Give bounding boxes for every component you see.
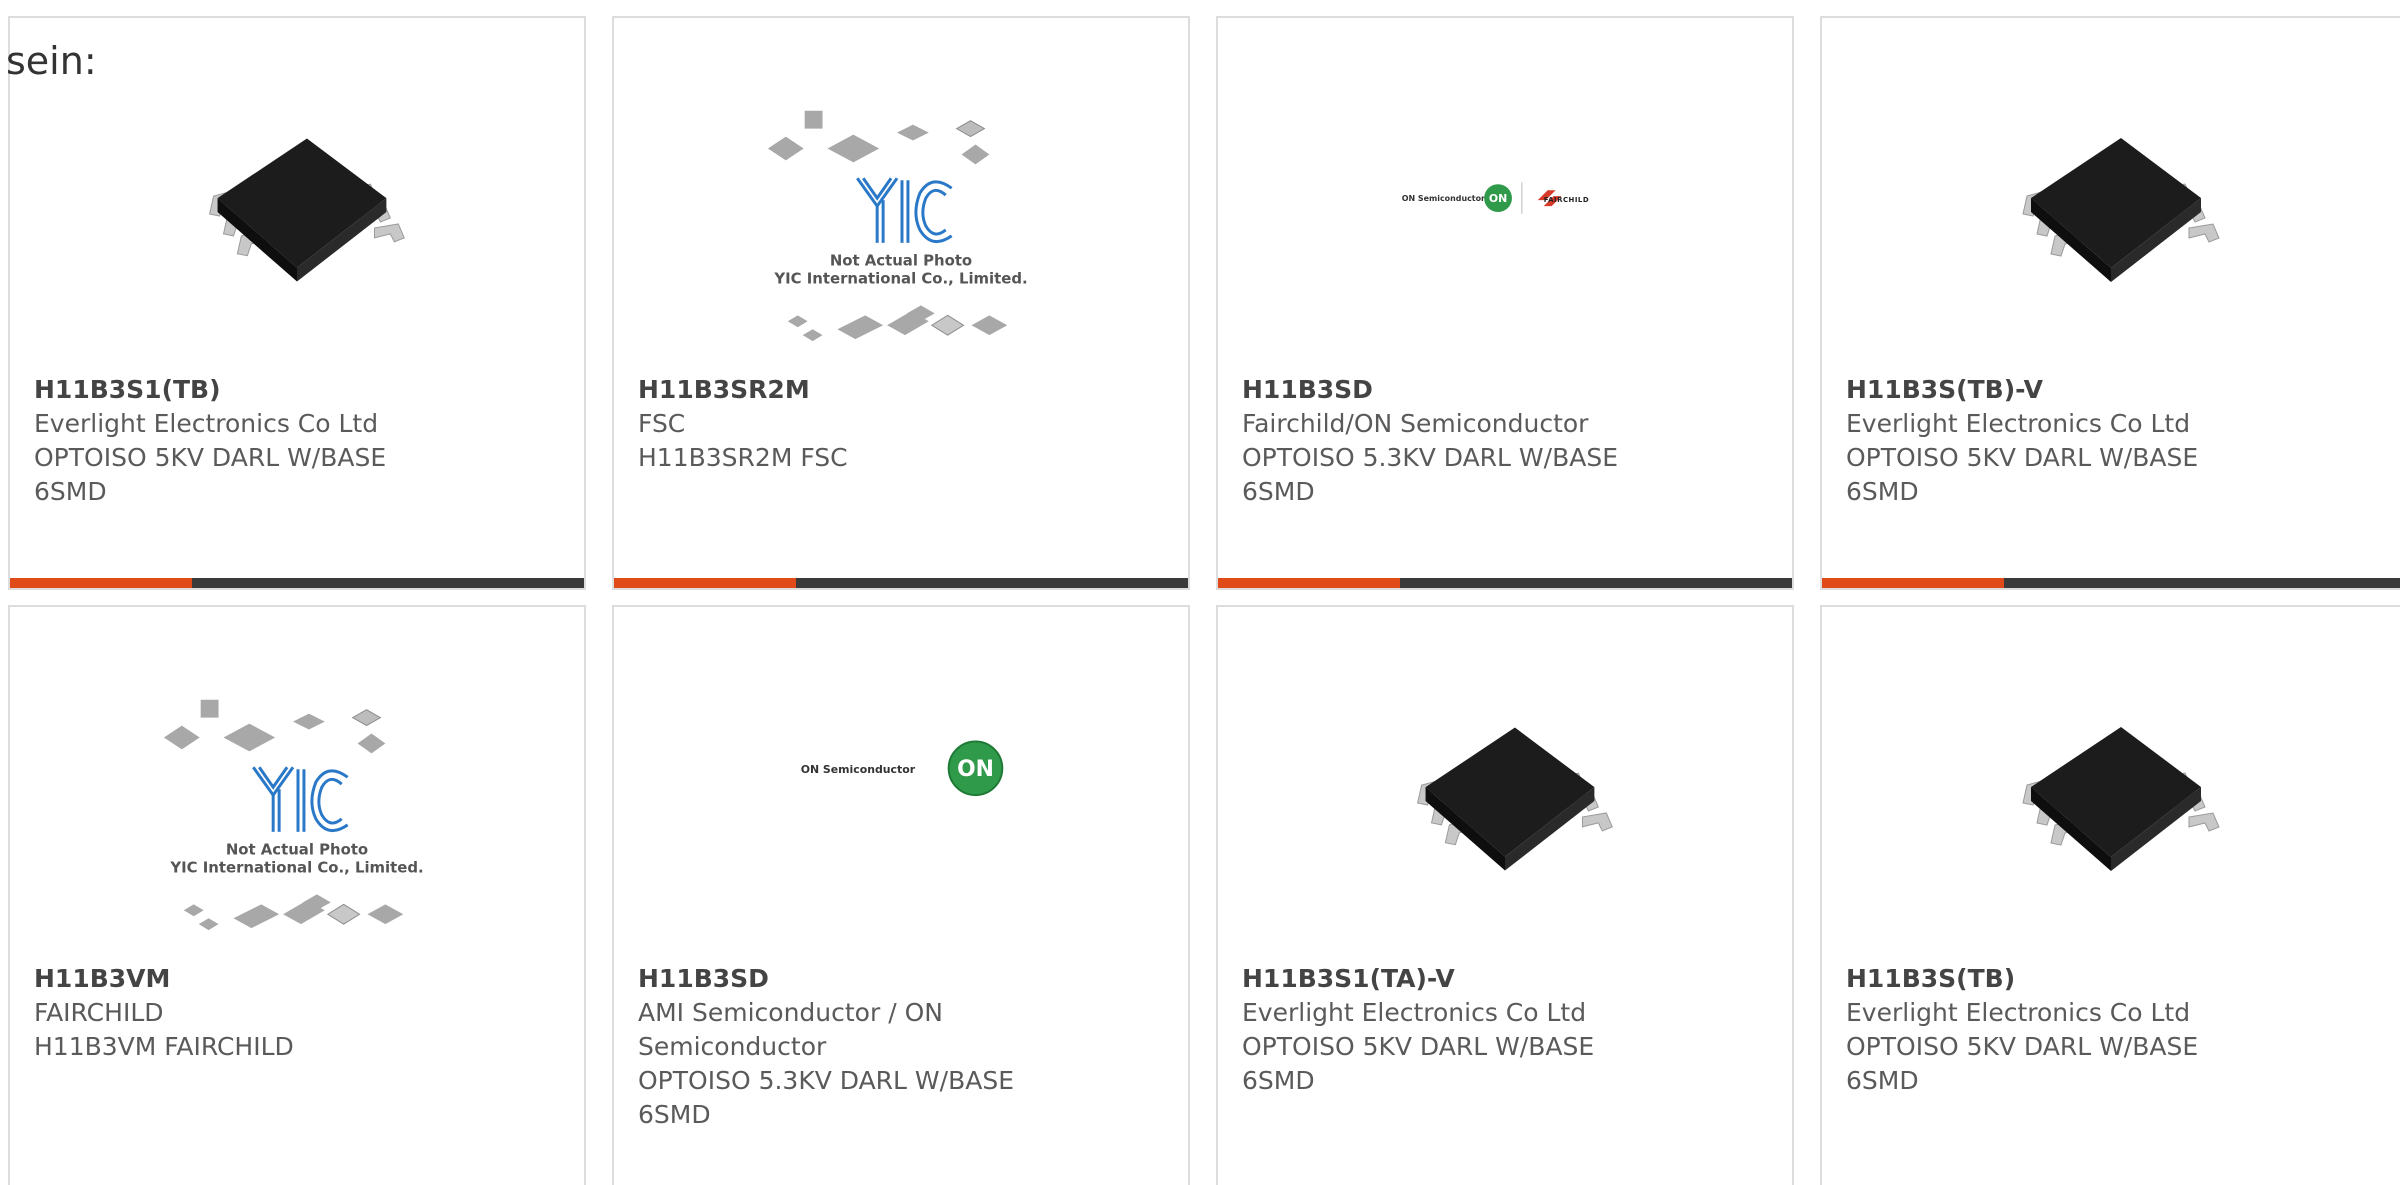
yic-caption-line2: YIC International Co., Limited. [169,859,423,877]
manufacturer: Everlight Electronics Co Ltd [1846,409,2191,438]
manufacturer: Fairchild/ON Semiconductor [1242,409,1589,438]
product-info: H11B3SD AMI Semiconductor / ON Semicondu… [638,962,1058,1132]
onsemi-logo-image: ON Semiconductor ON [801,740,1004,797]
chip-6smd-image [1417,727,1613,871]
description: H11B3SR2M FSC [638,443,848,472]
part-number[interactable]: H11B3VM [34,962,474,996]
description: H11B3VM FAIRCHILD [34,1032,294,1061]
part-number[interactable]: H11B3SD [638,962,1058,996]
card-accent [614,578,796,588]
card-accent [1822,578,2004,588]
description: OPTOISO 5KV DARL W/BASE [1242,1032,1595,1061]
description: OPTOISO 5KV DARL W/BASE [1846,443,2199,472]
part-number[interactable]: H11B3S1(TB) [34,373,474,407]
part-number[interactable]: H11B3SD [1242,373,1682,407]
package: 6SMD [638,1100,711,1129]
manufacturer: Everlight Electronics Co Ltd [34,409,379,438]
product-image[interactable]: Not Actual Photo YIC International Co., L… [10,657,584,957]
card-bottom-bar [1822,578,2400,588]
package: 6SMD [1242,477,1315,506]
svg-text:FAIRCHILD: FAIRCHILD [1544,196,1589,204]
product-card[interactable]: H11B3S(TB) Everlight Electronics Co Ltd … [1820,605,2400,1185]
part-number[interactable]: H11B3SR2M [638,373,1078,407]
product-image[interactable]: ON Semiconductor ON [614,657,1188,957]
chip-6smd-image [209,138,405,282]
description: OPTOISO 5KV DARL W/BASE [34,443,387,472]
yic-placeholder-image: Not Actual PhotoYIC International Co., L… [163,699,424,931]
product-image[interactable] [1218,657,1792,957]
product-image[interactable]: ON Semiconductor ON FAIRCHILD [1218,68,1792,368]
manufacturer: Everlight Electronics Co Ltd [1242,998,1587,1027]
svg-text:ON: ON [957,757,994,782]
product-card[interactable]: H11B3S(TB)-V Everlight Electronics Co Lt… [1820,16,2400,590]
product-image[interactable] [10,68,584,368]
product-card[interactable]: Not Actual Photo YIC International Co., L… [612,16,1190,590]
product-info: H11B3SR2M FSC H11B3SR2M FSC [638,373,1078,475]
description: OPTOISO 5KV DARL W/BASE [1846,1032,2199,1061]
yic-caption-line1: Not Actual Photo [830,252,972,270]
product-info: H11B3S1(TA)-V Everlight Electronics Co L… [1242,962,1682,1098]
product-card[interactable]: Not Actual Photo YIC International Co., L… [8,605,586,1185]
card-bottom-bar [10,578,584,588]
product-card[interactable]: H11B3S1(TB) Everlight Electronics Co Ltd… [8,16,586,590]
svg-text:ON Semiconductor: ON Semiconductor [801,763,916,776]
svg-text:ON: ON [1489,192,1507,205]
section-heading: sein: [6,39,97,83]
on-fairchild-logo-image: ON Semiconductor ON FAIRCHILD [1402,182,1589,215]
chip-6smd-image [2022,727,2220,871]
product-info: H11B3S(TB)-V Everlight Electronics Co Lt… [1846,373,2286,509]
product-card[interactable]: ON Semiconductor ON H11B3SD AMI Semicondu… [612,605,1190,1185]
product-image[interactable]: Not Actual Photo YIC International Co., L… [614,68,1188,368]
yic-caption-line2: YIC International Co., Limited. [773,270,1027,288]
description: OPTOISO 5.3KV DARL W/BASE [1242,443,1618,472]
manufacturer: Everlight Electronics Co Ltd [1846,998,2191,1027]
product-info: H11B3SD Fairchild/ON Semiconductor OPTOI… [1242,373,1682,509]
card-bottom-bar [1218,578,1792,588]
part-number[interactable]: H11B3S(TB) [1846,962,2286,996]
manufacturer: FAIRCHILD [34,998,164,1027]
package: 6SMD [1846,1066,1919,1095]
svg-text:ON Semiconductor: ON Semiconductor [1402,194,1485,203]
product-card[interactable]: H11B3S1(TA)-V Everlight Electronics Co L… [1216,605,1794,1185]
package: 6SMD [1242,1066,1315,1095]
card-accent [10,578,192,588]
manufacturer: FSC [638,409,686,438]
product-info: H11B3S1(TB) Everlight Electronics Co Ltd… [34,373,474,509]
manufacturer: AMI Semiconductor / ON Semiconductor [638,998,943,1061]
product-image[interactable] [1822,68,2400,368]
yic-caption-line1: Not Actual Photo [226,841,368,859]
yic-placeholder-image: Not Actual PhotoYIC International Co., L… [767,110,1028,342]
package: 6SMD [34,477,107,506]
description: OPTOISO 5.3KV DARL W/BASE [638,1066,1014,1095]
product-info: H11B3S(TB) Everlight Electronics Co Ltd … [1846,962,2286,1098]
product-info: H11B3VM FAIRCHILD H11B3VM FAIRCHILD [34,962,474,1064]
product-grid: H11B3S1(TB) Everlight Electronics Co Ltd… [0,0,2400,1185]
product-image[interactable] [1822,657,2400,957]
card-bottom-bar [614,578,1188,588]
chip-6smd-image [2022,138,2220,282]
part-number[interactable]: H11B3S1(TA)-V [1242,962,1682,996]
part-number[interactable]: H11B3S(TB)-V [1846,373,2286,407]
package: 6SMD [1846,477,1919,506]
product-card[interactable]: ON Semiconductor ON FAIRCHILD H11B3SD Fair… [1216,16,1794,590]
card-accent [1218,578,1400,588]
